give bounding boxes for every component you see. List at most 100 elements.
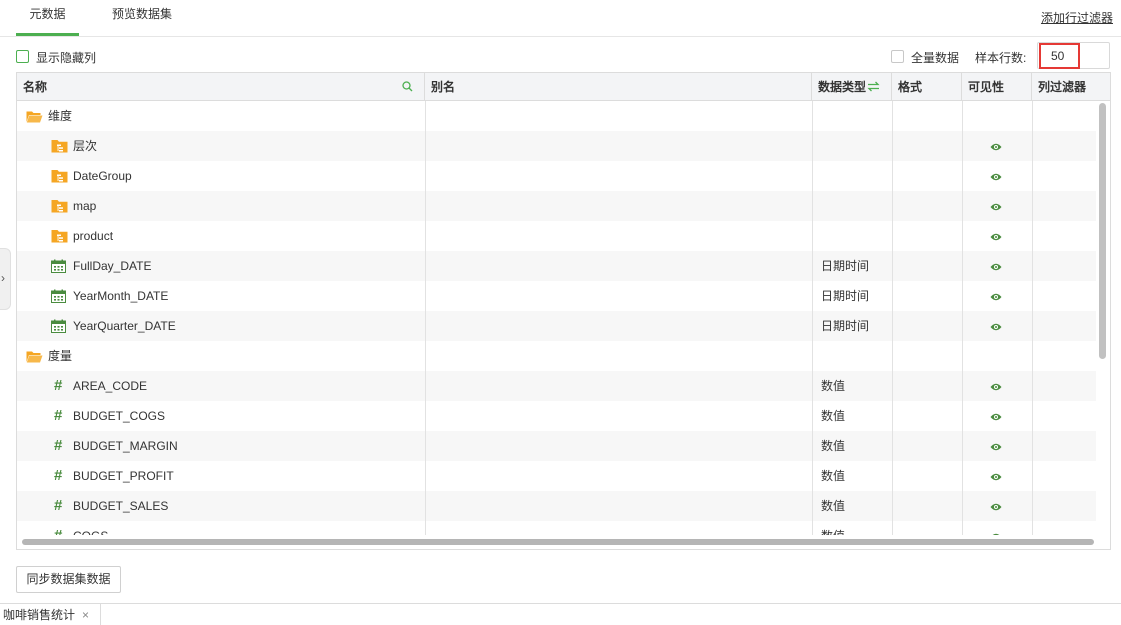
column-divider bbox=[812, 101, 813, 535]
horizontal-scrollbar[interactable] bbox=[22, 539, 1094, 545]
number-icon: # bbox=[54, 377, 63, 394]
column-header-format: 格式 bbox=[892, 73, 962, 100]
number-icon: # bbox=[54, 497, 63, 514]
column-header-data-type: 数据类型 bbox=[812, 73, 892, 100]
eye-icon[interactable] bbox=[990, 201, 1002, 211]
hierarchy-folder-icon bbox=[51, 139, 68, 156]
eye-icon[interactable] bbox=[990, 261, 1002, 271]
hierarchy-folder-icon bbox=[51, 169, 68, 186]
eye-icon[interactable] bbox=[990, 531, 1002, 535]
row-data-type[interactable]: 日期时间 bbox=[821, 281, 869, 311]
table-row[interactable]: 层次 bbox=[17, 131, 1096, 161]
column-divider bbox=[962, 101, 963, 535]
table-row[interactable]: # BUDGET_PROFIT 数值 bbox=[17, 461, 1096, 491]
metadata-table: 名称 别名 数据类型 格式 可见性 列过滤器 维度层次 DateGroup map p… bbox=[16, 72, 1111, 550]
table-row[interactable]: FullDay_DATE 日期时间 bbox=[17, 251, 1096, 281]
sync-dataset-button[interactable]: 同步数据集数据 bbox=[16, 566, 121, 593]
folder-open-icon[interactable] bbox=[26, 110, 43, 126]
row-name: AREA_CODE bbox=[73, 379, 148, 393]
bottom-tab-coffee-sales[interactable]: 咖啡销售统计 × bbox=[0, 604, 101, 625]
calendar-icon bbox=[51, 259, 66, 276]
table-row[interactable]: # BUDGET_SALES 数值 bbox=[17, 491, 1096, 521]
table-row[interactable]: # BUDGET_MARGIN 数值 bbox=[17, 431, 1096, 461]
column-divider bbox=[1032, 101, 1033, 535]
table-row[interactable]: YearQuarter_DATE 日期时间 bbox=[17, 311, 1096, 341]
row-data-type[interactable]: 数值 bbox=[821, 521, 845, 535]
row-name: 度量 bbox=[48, 349, 73, 363]
bottom-tab-strip: 咖啡销售统计 × bbox=[0, 603, 1121, 625]
row-name: BUDGET_COGS bbox=[73, 409, 166, 423]
table-row[interactable]: # BUDGET_COGS 数值 bbox=[17, 401, 1096, 431]
number-icon: # bbox=[54, 407, 63, 424]
eye-icon[interactable] bbox=[990, 171, 1002, 181]
row-name: COGS bbox=[73, 521, 108, 535]
eye-icon[interactable] bbox=[990, 231, 1002, 241]
row-data-type[interactable]: 数值 bbox=[821, 491, 845, 521]
eye-icon[interactable] bbox=[990, 321, 1002, 331]
row-name: BUDGET_MARGIN bbox=[73, 439, 178, 453]
column-divider bbox=[892, 101, 893, 535]
chevron-right-icon: › bbox=[1, 271, 5, 285]
bottom-tab-label: 咖啡销售统计 bbox=[3, 608, 76, 622]
row-name: BUDGET_SALES bbox=[73, 499, 169, 513]
table-row[interactable]: # AREA_CODE 数值 bbox=[17, 371, 1096, 401]
row-name: YearMonth_DATE bbox=[73, 289, 169, 303]
folder-open-icon[interactable] bbox=[26, 350, 43, 366]
switch-icon[interactable] bbox=[867, 81, 880, 92]
metadata-page: 元数据 预览数据集 添加行过滤器 显示隐藏列 全量数据 样本行数: 50 名称 … bbox=[0, 0, 1121, 625]
row-name: DateGroup bbox=[73, 169, 132, 183]
show-hidden-columns-checkbox[interactable] bbox=[16, 50, 29, 63]
column-header-visibility: 可见性 bbox=[962, 73, 1032, 100]
eye-icon[interactable] bbox=[990, 471, 1002, 481]
row-data-type[interactable]: 数值 bbox=[821, 431, 845, 461]
table-row[interactable]: map bbox=[17, 191, 1096, 221]
sample-rows-input[interactable]: 50 bbox=[1039, 43, 1080, 69]
table-row[interactable]: 度量 bbox=[17, 341, 1096, 371]
calendar-icon bbox=[51, 289, 66, 306]
number-icon: # bbox=[54, 467, 63, 484]
row-name: 维度 bbox=[48, 109, 73, 123]
close-icon[interactable]: × bbox=[82, 604, 89, 625]
table-row[interactable]: 维度 bbox=[17, 101, 1096, 131]
eye-icon[interactable] bbox=[990, 291, 1002, 301]
eye-icon[interactable] bbox=[990, 141, 1002, 151]
calendar-icon bbox=[51, 319, 66, 336]
row-name: BUDGET_PROFIT bbox=[73, 469, 174, 483]
row-name: map bbox=[73, 199, 97, 213]
column-header-data-type-label: 数据类型 bbox=[818, 80, 867, 94]
column-header-name-label: 名称 bbox=[23, 80, 48, 94]
table-header: 名称 别名 数据类型 格式 可见性 列过滤器 bbox=[17, 73, 1110, 101]
row-name: YearQuarter_DATE bbox=[73, 319, 176, 333]
number-icon: # bbox=[54, 521, 62, 535]
eye-icon[interactable] bbox=[990, 381, 1002, 391]
full-data-checkbox[interactable] bbox=[891, 50, 904, 63]
eye-icon[interactable] bbox=[990, 411, 1002, 421]
table-row[interactable]: DateGroup bbox=[17, 161, 1096, 191]
show-hidden-columns-label: 显示隐藏列 bbox=[36, 51, 97, 65]
eye-icon[interactable] bbox=[990, 501, 1002, 511]
row-data-type[interactable]: 数值 bbox=[821, 401, 845, 431]
tab-metadata[interactable]: 元数据 bbox=[16, 0, 79, 36]
row-data-type[interactable]: 数值 bbox=[821, 461, 845, 491]
table-row[interactable]: YearMonth_DATE 日期时间 bbox=[17, 281, 1096, 311]
vertical-scrollbar[interactable] bbox=[1099, 103, 1106, 359]
search-icon[interactable] bbox=[402, 81, 413, 92]
sidebar-toggle[interactable]: › bbox=[0, 248, 11, 310]
row-data-type[interactable]: 数值 bbox=[821, 371, 845, 401]
row-data-type[interactable]: 日期时间 bbox=[821, 251, 869, 281]
row-name: 层次 bbox=[73, 139, 98, 153]
column-header-name: 名称 bbox=[17, 73, 425, 100]
eye-icon[interactable] bbox=[990, 441, 1002, 451]
table-row[interactable]: # COGS 数值 bbox=[17, 521, 1096, 535]
tab-preview-dataset[interactable]: 预览数据集 bbox=[100, 0, 184, 36]
table-row[interactable]: product bbox=[17, 221, 1096, 251]
number-icon: # bbox=[54, 437, 63, 454]
column-header-alias: 别名 bbox=[425, 73, 812, 100]
hierarchy-folder-icon bbox=[51, 199, 68, 216]
add-row-filter-link[interactable]: 添加行过滤器 bbox=[1041, 9, 1113, 26]
table-body: 维度 层次 DateGroup map product FullDay_DATE 日期时间 Y… bbox=[17, 101, 1096, 535]
row-data-type[interactable]: 日期时间 bbox=[821, 311, 869, 341]
sample-rows-label: 样本行数: bbox=[975, 51, 1027, 65]
full-data-label: 全量数据 bbox=[911, 51, 960, 65]
column-header-column-filter: 列过滤器 bbox=[1038, 80, 1087, 94]
